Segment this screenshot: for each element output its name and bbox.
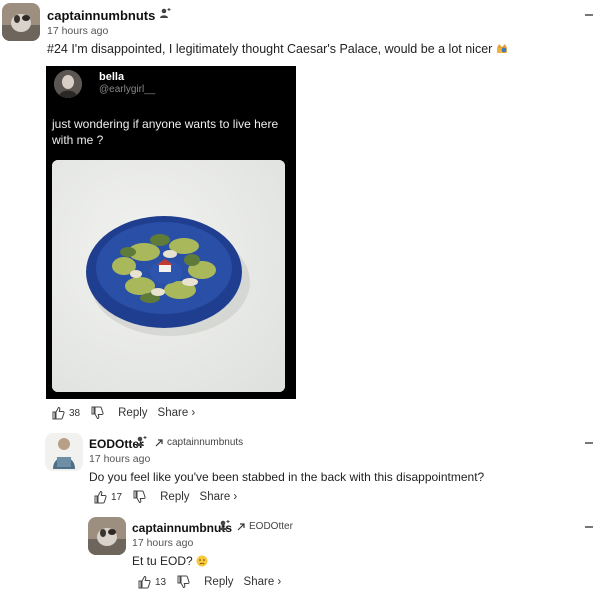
more-options-button[interactable] (585, 442, 593, 444)
post-author-name: bella (99, 71, 125, 83)
more-options-button[interactable] (585, 526, 593, 528)
thumbs-down-icon[interactable] (176, 575, 190, 589)
like-count: 38 (69, 407, 81, 419)
username[interactable]: captainnumbnuts (47, 8, 155, 23)
share-button[interactable]: Share › (158, 407, 196, 419)
comment-text: Do you feel like you've been stabbed in … (89, 470, 485, 484)
timestamp: 17 hours ago (132, 537, 194, 549)
comment-text: #24 I'm disappointed, I legitimately tho… (47, 42, 508, 56)
follow-user-icon[interactable] (135, 435, 147, 447)
emoji-icon (196, 555, 208, 567)
thumbs-up-icon[interactable] (51, 406, 65, 420)
replying-to: EODOtter (237, 521, 293, 532)
reply-button[interactable]: Reply (160, 491, 189, 503)
comment-actions: 17 Reply Share › (93, 489, 237, 505)
like-count: 17 (111, 491, 123, 503)
share-button[interactable]: Share › (244, 576, 282, 588)
reply-arrow-icon (155, 439, 163, 447)
thumbs-up-icon[interactable] (137, 575, 151, 589)
reply-button[interactable]: Reply (118, 407, 147, 419)
reply-arrow-icon (237, 523, 245, 531)
like-count: 13 (155, 576, 167, 588)
avatar[interactable] (2, 3, 40, 41)
avatar (54, 70, 82, 98)
reply-button[interactable]: Reply (204, 576, 233, 588)
comment-actions: 13 Reply Share › (137, 574, 281, 590)
avatar[interactable] (88, 517, 126, 555)
embedded-post-image[interactable]: bella @earlygirl__ just wondering if any… (46, 66, 296, 399)
thumbs-down-icon[interactable] (132, 490, 146, 504)
timestamp: 17 hours ago (89, 453, 151, 465)
post-author-handle: @earlygirl__ (99, 84, 156, 95)
follow-user-icon[interactable] (218, 519, 230, 531)
emoji-icon (496, 44, 507, 53)
avatar[interactable] (45, 433, 83, 471)
comment-actions: 38 Reply Share › (51, 405, 195, 421)
share-button[interactable]: Share › (200, 491, 238, 503)
replying-to: captainnumbnuts (155, 437, 243, 448)
timestamp: 17 hours ago (47, 25, 109, 37)
comment-text: Et tu EOD? (132, 554, 208, 568)
thumbs-down-icon[interactable] (90, 406, 104, 420)
salad-photo (52, 160, 285, 392)
thumbs-up-icon[interactable] (93, 490, 107, 504)
follow-user-icon[interactable] (159, 7, 171, 19)
username[interactable]: captainnumbnuts (132, 521, 232, 535)
more-options-button[interactable] (585, 14, 593, 16)
post-text: just wondering if anyone wants to live h… (52, 117, 279, 147)
